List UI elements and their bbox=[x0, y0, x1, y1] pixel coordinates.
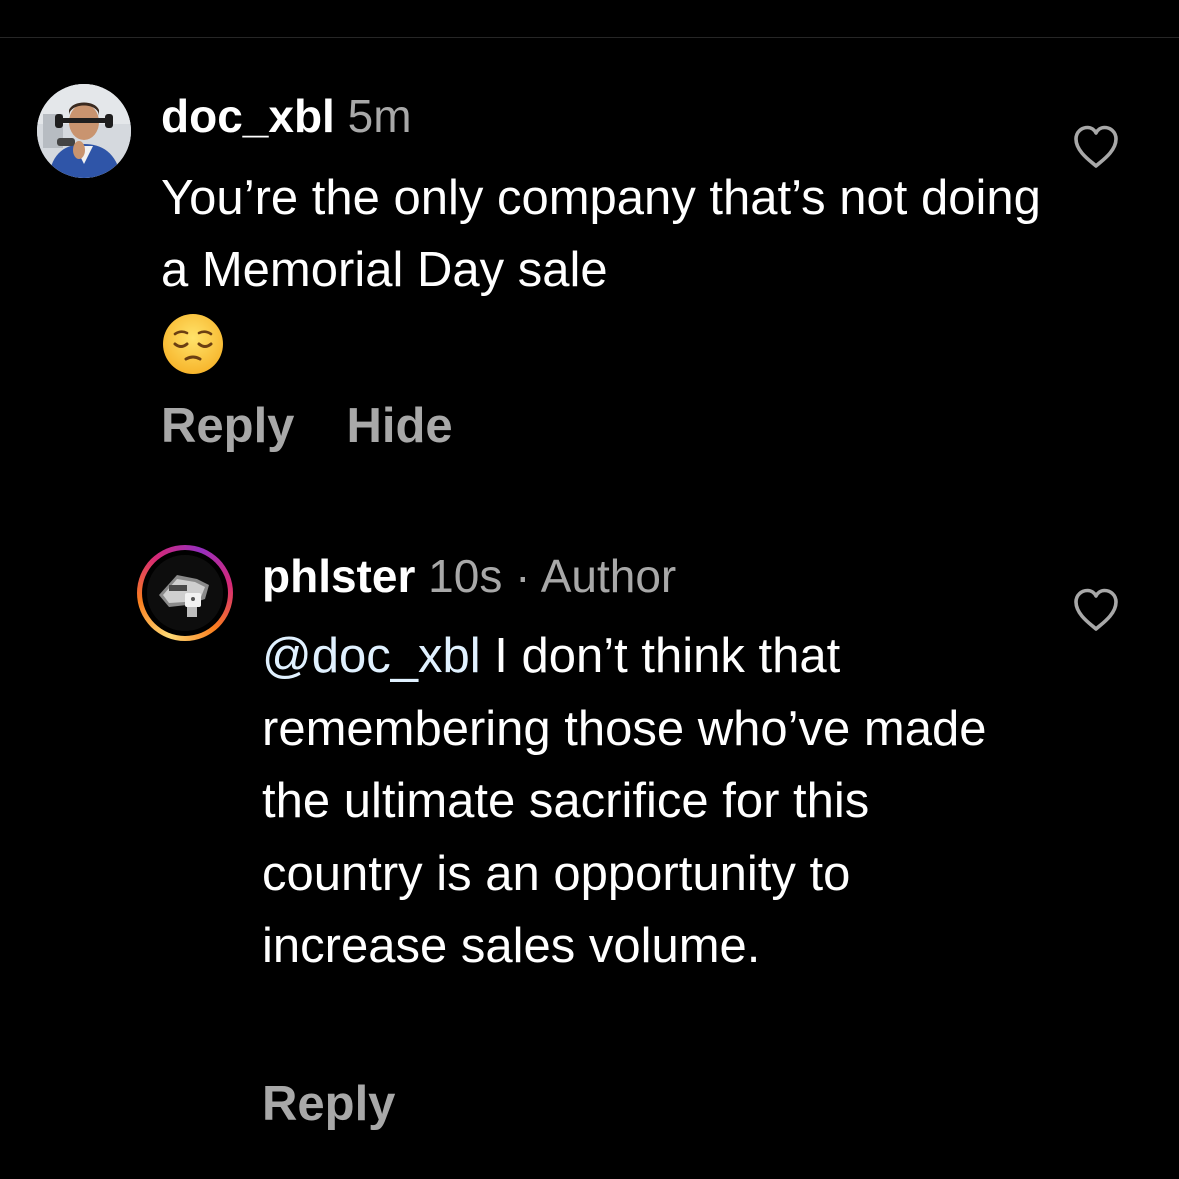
comment-body: You’re the only company that’s not doing… bbox=[161, 171, 1041, 297]
reply-button[interactable]: Reply bbox=[161, 399, 294, 453]
hide-button[interactable]: Hide bbox=[346, 399, 452, 453]
separator-dot: · bbox=[515, 550, 531, 602]
author-badge: Author bbox=[540, 550, 677, 602]
avatar-photo-icon bbox=[37, 84, 131, 178]
mention-link[interactable]: @doc_xbl bbox=[262, 629, 481, 683]
avatar-story-ring[interactable] bbox=[137, 545, 233, 641]
comment-text: You’re the only company that’s not doing… bbox=[161, 162, 1041, 376]
reply-header: phlster 10s · Author bbox=[262, 548, 676, 604]
avatar bbox=[147, 555, 223, 631]
avatar[interactable] bbox=[37, 84, 131, 178]
username[interactable]: doc_xbl bbox=[161, 90, 335, 142]
comment-header: doc_xbl 5m bbox=[161, 88, 412, 144]
like-heart-icon[interactable] bbox=[1072, 587, 1120, 633]
comment-actions: Reply Hide bbox=[161, 396, 453, 456]
top-divider bbox=[0, 37, 1179, 38]
reply-button[interactable]: Reply bbox=[262, 1077, 395, 1131]
avatar-holster-icon bbox=[147, 555, 223, 631]
timestamp: 5m bbox=[347, 90, 412, 142]
reply-actions: Reply bbox=[262, 1074, 395, 1134]
pensive-face-icon bbox=[163, 314, 223, 374]
reply-text: @doc_xbl I don’t think that remembering … bbox=[262, 620, 1042, 983]
like-heart-icon[interactable] bbox=[1072, 124, 1120, 170]
username[interactable]: phlster bbox=[262, 550, 415, 602]
timestamp: 10s bbox=[428, 550, 503, 602]
